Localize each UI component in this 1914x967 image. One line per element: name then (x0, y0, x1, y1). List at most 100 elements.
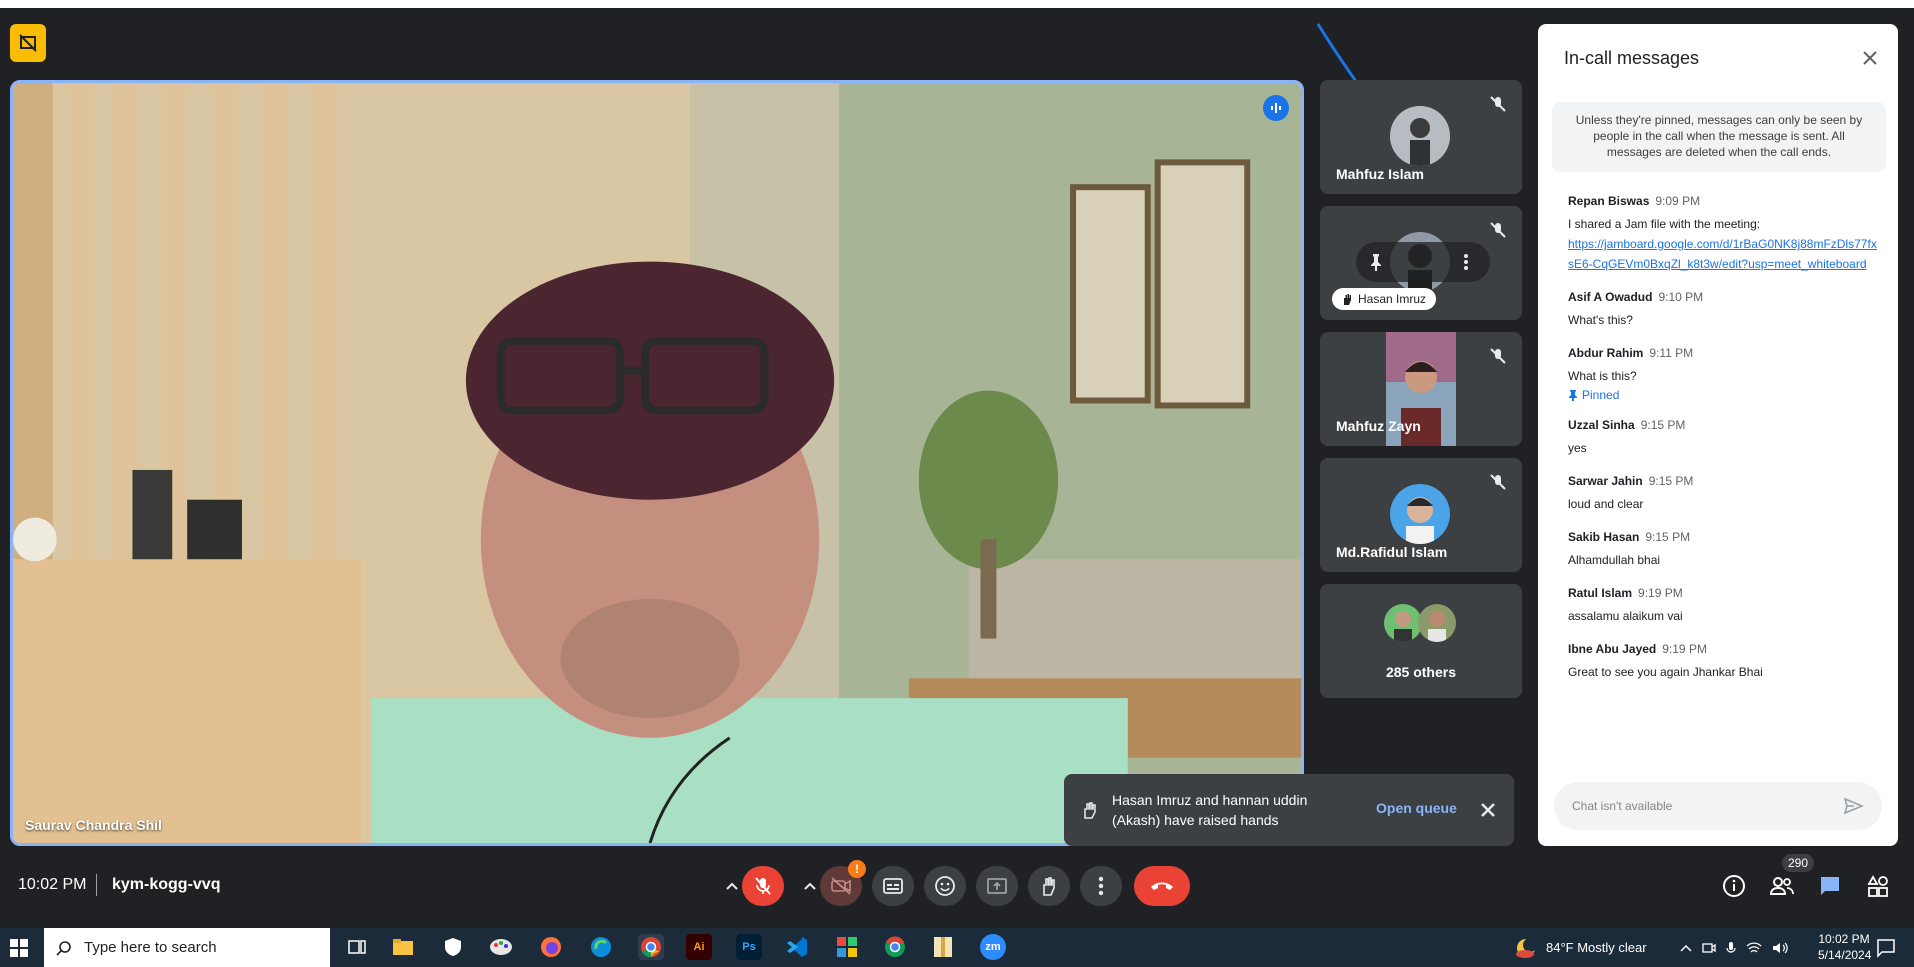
participant-tile[interactable]: Mahfuz Zayn (1320, 332, 1522, 446)
taskbar-search[interactable]: Type here to search (44, 928, 330, 967)
chat-icon (1821, 877, 1839, 895)
pin-icon[interactable] (1366, 252, 1386, 272)
weather-text: 84°F Mostly clear (1546, 940, 1647, 955)
weather-widget[interactable]: 84°F Mostly clear (1514, 928, 1647, 967)
volume-icon[interactable] (1772, 941, 1788, 955)
main-speaker-video[interactable]: Saurav Chandra Shil (10, 80, 1304, 846)
send-icon[interactable] (1842, 795, 1864, 817)
avatar (1390, 106, 1450, 166)
close-icon[interactable] (1480, 802, 1496, 818)
video-options-chevron-up-icon[interactable] (800, 876, 820, 896)
wifi-icon[interactable] (1746, 941, 1762, 955)
camera-toggle-button[interactable]: ! (820, 860, 866, 906)
participant-tile[interactable]: Hasan Imruz (1320, 206, 1522, 320)
app-grid-icon[interactable] (834, 934, 860, 960)
windows-start-icon[interactable] (10, 939, 28, 957)
meeting-clock: 10:02 PM (18, 876, 87, 893)
main-speaker-name: Saurav Chandra Shil (25, 817, 162, 833)
participant-name: Mahfuz Islam (1336, 166, 1424, 182)
task-view-icon[interactable] (344, 934, 370, 960)
activities-button[interactable] (1864, 872, 1892, 900)
chrome-profile-icon[interactable] (882, 934, 908, 960)
participant-tile[interactable]: Md.Rafidul Islam (1320, 458, 1522, 572)
meeting-details-button[interactable] (1720, 872, 1748, 900)
microphone-icon[interactable] (1726, 941, 1736, 955)
divider (96, 874, 97, 896)
chat-message: Ibne Abu Jayed 9:19 PM Great to see you a… (1568, 642, 1878, 682)
participant-tile[interactable]: Mahfuz Islam (1320, 80, 1522, 194)
message-text: I shared a Jam file with the meeting: (1568, 217, 1761, 231)
message-link[interactable]: https://jamboard.google.com/d/1rBaG0NK8j… (1568, 237, 1877, 271)
raise-hand-button[interactable] (1028, 866, 1070, 906)
people-count-badge: 290 (1782, 854, 1815, 872)
chat-info-banner: Unless they're pinned, messages can only… (1552, 102, 1886, 172)
camera-off-icon (831, 877, 851, 895)
avatar (1384, 604, 1422, 642)
activities-icon (1867, 875, 1888, 897)
mic-off-icon (755, 877, 771, 895)
chat-input[interactable]: Chat isn't available (1554, 782, 1882, 830)
hand-icon (1043, 877, 1055, 896)
more-options-icon[interactable] (1456, 252, 1476, 272)
message-sender: Uzzal Sinha (1568, 418, 1635, 432)
chat-message: Repan Biswas 9:09 PM I shared a Jam file … (1568, 194, 1878, 274)
taskbar-clock[interactable]: 10:02 PM 5/14/2024 (1818, 931, 1872, 963)
message-time: 9:15 PM (1640, 418, 1686, 432)
chat-message: Sakib Hasan 9:15 PM Alhamdullah bhai (1568, 530, 1878, 570)
avatar (1418, 604, 1456, 642)
message-time: 9:15 PM (1645, 530, 1691, 544)
message-time: 9:09 PM (1655, 194, 1701, 208)
notice-icon[interactable] (10, 24, 46, 62)
others-tile[interactable]: 285 others (1320, 584, 1522, 698)
zoom-icon[interactable]: zm (980, 934, 1006, 960)
chat-button[interactable] (1816, 872, 1844, 900)
others-count: 285 others (1385, 664, 1457, 680)
message-sender: Ibne Abu Jayed (1568, 642, 1657, 656)
reactions-button[interactable] (924, 866, 966, 906)
mic-off-icon (1490, 222, 1506, 238)
paint-icon[interactable] (488, 934, 514, 960)
edge-icon[interactable] (588, 934, 614, 960)
captions-button[interactable] (872, 866, 914, 906)
message-text: loud and clear (1568, 497, 1644, 511)
windows-taskbar: Type here to search Ai Ps zm 84°F Mostly… (0, 928, 1914, 967)
hang-up-icon (1151, 882, 1173, 890)
speaker-video-frame (13, 83, 1301, 843)
audio-options-chevron-up-icon[interactable] (722, 876, 742, 896)
present-screen-button[interactable] (976, 866, 1018, 906)
open-queue-button[interactable]: Open queue (1376, 800, 1457, 816)
security-icon[interactable] (440, 934, 466, 960)
illustrator-icon[interactable]: Ai (686, 934, 712, 960)
message-sender: Abdur Rahim (1568, 346, 1644, 360)
message-time: 9:10 PM (1658, 290, 1704, 304)
notification-icon[interactable] (1876, 938, 1896, 958)
camera-tray-icon[interactable] (1702, 941, 1716, 955)
firefox-icon[interactable] (538, 934, 564, 960)
chat-title: In-call messages (1564, 48, 1700, 68)
mic-toggle-button[interactable] (742, 866, 784, 906)
message-sender: Asif A Owadud (1568, 290, 1653, 304)
more-options-button[interactable] (1080, 866, 1122, 906)
message-text: What's this? (1568, 313, 1633, 327)
message-sender: Sakib Hasan (1568, 530, 1640, 544)
chat-message: Asif A Owadud 9:10 PM What's this? (1568, 290, 1878, 330)
notes-app-icon[interactable] (930, 934, 956, 960)
vscode-icon[interactable] (784, 934, 810, 960)
message-text: yes (1568, 441, 1587, 455)
search-icon (56, 940, 71, 956)
weather-moon-icon (1516, 937, 1537, 958)
taskbar-date: 5/14/2024 (1818, 948, 1872, 962)
leave-call-button[interactable] (1134, 866, 1190, 906)
message-sender: Repan Biswas (1568, 194, 1650, 208)
pin-icon (1569, 390, 1577, 401)
more-vert-icon (1098, 876, 1104, 896)
chrome-icon[interactable] (638, 934, 664, 960)
participant-name: Md.Rafidul Islam (1336, 544, 1448, 560)
message-sender: Sarwar Jahin (1568, 474, 1643, 488)
toast-message: Hasan Imruz and hannan uddin (Akash) hav… (1112, 792, 1308, 828)
chevron-up-icon[interactable] (1680, 944, 1692, 952)
photoshop-icon[interactable]: Ps (736, 934, 762, 960)
close-icon[interactable] (1858, 46, 1882, 70)
file-explorer-icon[interactable] (390, 934, 416, 960)
people-button[interactable] (1768, 872, 1796, 900)
